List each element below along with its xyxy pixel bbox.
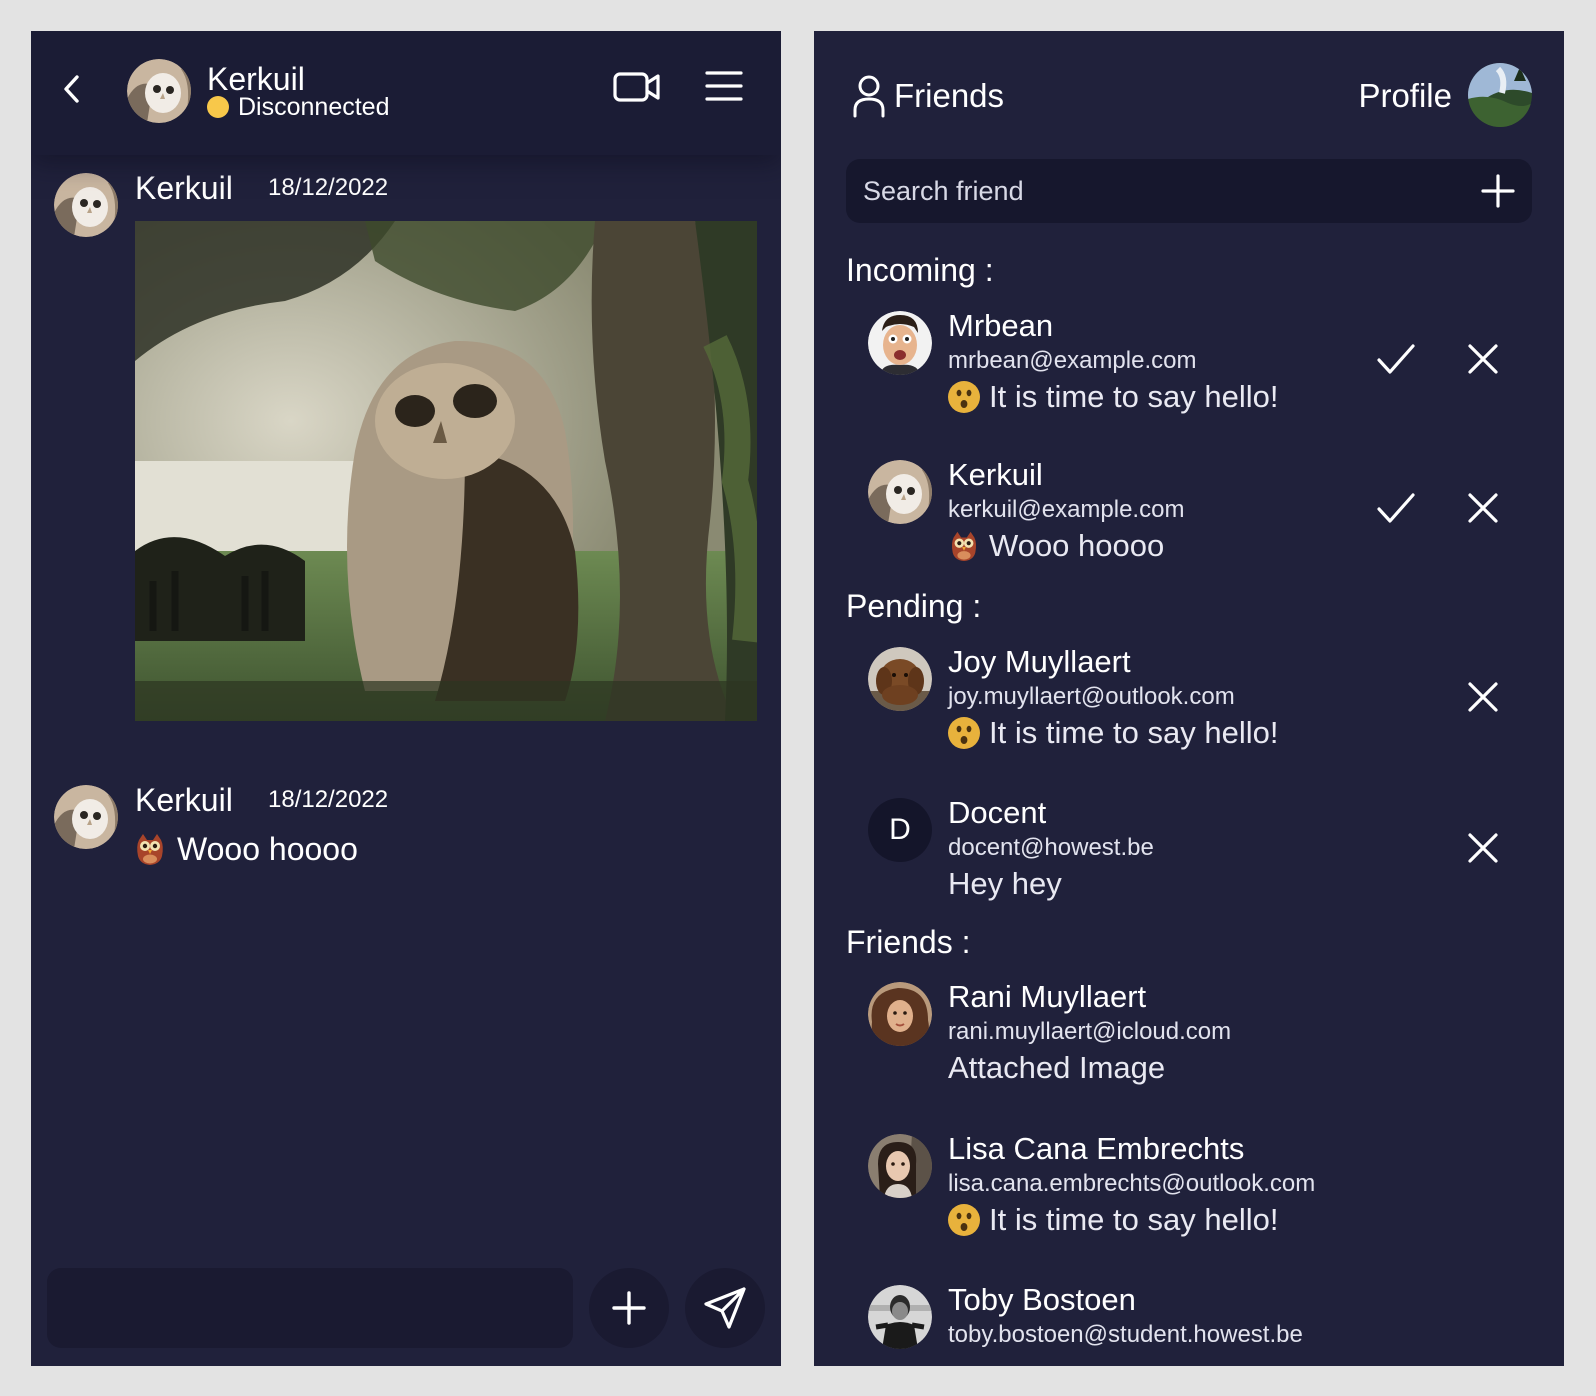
letter-avatar: D	[868, 798, 932, 862]
message-date: 18/12/2022	[268, 786, 389, 813]
video-call-icon[interactable]	[613, 69, 661, 105]
send-button[interactable]	[685, 1268, 765, 1348]
friend-name: Toby Bostoen	[948, 1282, 1136, 1317]
friend-message-text: It is time to say hello!	[989, 1202, 1279, 1237]
profile-avatar[interactable]	[1468, 63, 1532, 127]
accept-check-icon[interactable]	[1376, 490, 1416, 526]
section-pending: Pending :	[846, 588, 982, 624]
friends-panel: Friends Profile Incoming : Mrbean mrbean…	[814, 31, 1564, 1366]
chat-panel: Kerkuil Disconnected Kerkuil 18/12/2022	[31, 31, 781, 1366]
friend-last-message: It is time to say hello!	[948, 1201, 1278, 1239]
menu-icon[interactable]	[704, 69, 744, 103]
friends-title: Friends	[894, 77, 1005, 114]
pending-request[interactable]: D Docent docent@howest.be Hey hey	[868, 795, 1548, 938]
plus-icon	[612, 1291, 646, 1325]
friend-item[interactable]: Toby Bostoen toby.bostoen@student.howest…	[868, 1282, 1548, 1366]
contact-name: Kerkuil	[207, 61, 305, 97]
friend-name: Lisa Cana Embrechts	[948, 1131, 1245, 1166]
friend-name: Kerkuil	[948, 457, 1043, 492]
friend-avatar	[868, 1134, 932, 1198]
friend-email: joy.muyllaert@outlook.com	[948, 683, 1235, 710]
friend-message-text: Wooo hoooo	[989, 528, 1165, 563]
friend-email: toby.bostoen@student.howest.be	[948, 1321, 1303, 1348]
pending-request[interactable]: Joy Muyllaert joy.muyllaert@outlook.com …	[868, 644, 1548, 787]
hushed-face-icon	[948, 1204, 980, 1236]
friend-avatar	[868, 647, 932, 711]
message-author: Kerkuil	[135, 782, 233, 818]
cancel-x-icon[interactable]	[1466, 830, 1500, 866]
friend-last-message: Hey hey	[948, 865, 1062, 903]
hushed-face-icon	[948, 381, 980, 413]
status-text: Disconnected	[238, 93, 390, 121]
message-image[interactable]	[135, 221, 757, 721]
incoming-request[interactable]: Kerkuil kerkuil@example.com Wooo hoooo	[868, 457, 1548, 600]
message-avatar[interactable]	[54, 785, 118, 849]
friend-last-message: Attached Image	[948, 1049, 1165, 1087]
owl-icon	[137, 834, 163, 865]
decline-x-icon[interactable]	[1466, 490, 1500, 526]
friend-item[interactable]: Rani Muyllaert rani.muyllaert@icloud.com…	[868, 979, 1548, 1122]
chat-header: Kerkuil Disconnected	[31, 31, 781, 155]
friend-name: Docent	[948, 795, 1047, 830]
send-icon	[704, 1287, 746, 1329]
search-friend-input[interactable]	[846, 159, 1446, 223]
friend-email: mrbean@example.com	[948, 347, 1197, 374]
profile-link[interactable]: Profile	[1358, 77, 1452, 115]
friend-avatar	[868, 982, 932, 1046]
friend-name: Mrbean	[948, 308, 1054, 343]
message-date: 18/12/2022	[268, 174, 389, 201]
add-friend-button[interactable]	[1480, 173, 1516, 209]
owl-icon	[951, 531, 977, 562]
search-bar	[846, 159, 1532, 223]
friend-email: rani.muyllaert@icloud.com	[948, 1018, 1232, 1045]
friend-message-text: Hey hey	[948, 866, 1062, 901]
friend-name: Joy Muyllaert	[948, 644, 1131, 679]
hushed-face-icon	[948, 717, 980, 749]
section-incoming: Incoming :	[846, 252, 994, 288]
message-author: Kerkuil	[135, 170, 233, 206]
user-icon	[852, 74, 886, 118]
friend-last-message: Wooo hoooo	[948, 527, 1164, 565]
section-friends: Friends :	[846, 924, 971, 960]
friend-item[interactable]: Lisa Cana Embrechts lisa.cana.embrechts@…	[868, 1131, 1548, 1274]
friend-message-text: It is time to say hello!	[989, 379, 1279, 414]
accept-check-icon[interactable]	[1376, 341, 1416, 377]
back-icon[interactable]	[59, 71, 85, 107]
add-attachment-button[interactable]	[589, 1268, 669, 1348]
friend-avatar	[868, 460, 932, 524]
message-body: Wooo hoooo	[135, 830, 358, 868]
message-avatar[interactable]	[54, 173, 118, 237]
friend-email: kerkuil@example.com	[948, 496, 1185, 523]
friend-avatar	[868, 311, 932, 375]
friend-last-message: It is time to say hello!	[948, 378, 1278, 416]
friend-message-text: Attached Image	[948, 1050, 1166, 1085]
friend-message-text: It is time to say hello!	[989, 715, 1279, 750]
message-input[interactable]	[47, 1268, 573, 1348]
decline-x-icon[interactable]	[1466, 341, 1500, 377]
message-text: Wooo hoooo	[177, 831, 358, 867]
contact-avatar[interactable]	[127, 59, 191, 123]
incoming-request[interactable]: Mrbean mrbean@example.com It is time to …	[868, 308, 1548, 451]
friend-last-message: It is time to say hello!	[948, 714, 1278, 752]
friend-name: Rani Muyllaert	[948, 979, 1147, 1014]
friend-email: docent@howest.be	[948, 834, 1154, 861]
cancel-x-icon[interactable]	[1466, 679, 1500, 715]
status-dot-icon	[207, 96, 229, 118]
friend-email: lisa.cana.embrechts@outlook.com	[948, 1170, 1316, 1197]
contact-status: Disconnected	[207, 93, 389, 121]
friend-avatar	[868, 1285, 932, 1349]
